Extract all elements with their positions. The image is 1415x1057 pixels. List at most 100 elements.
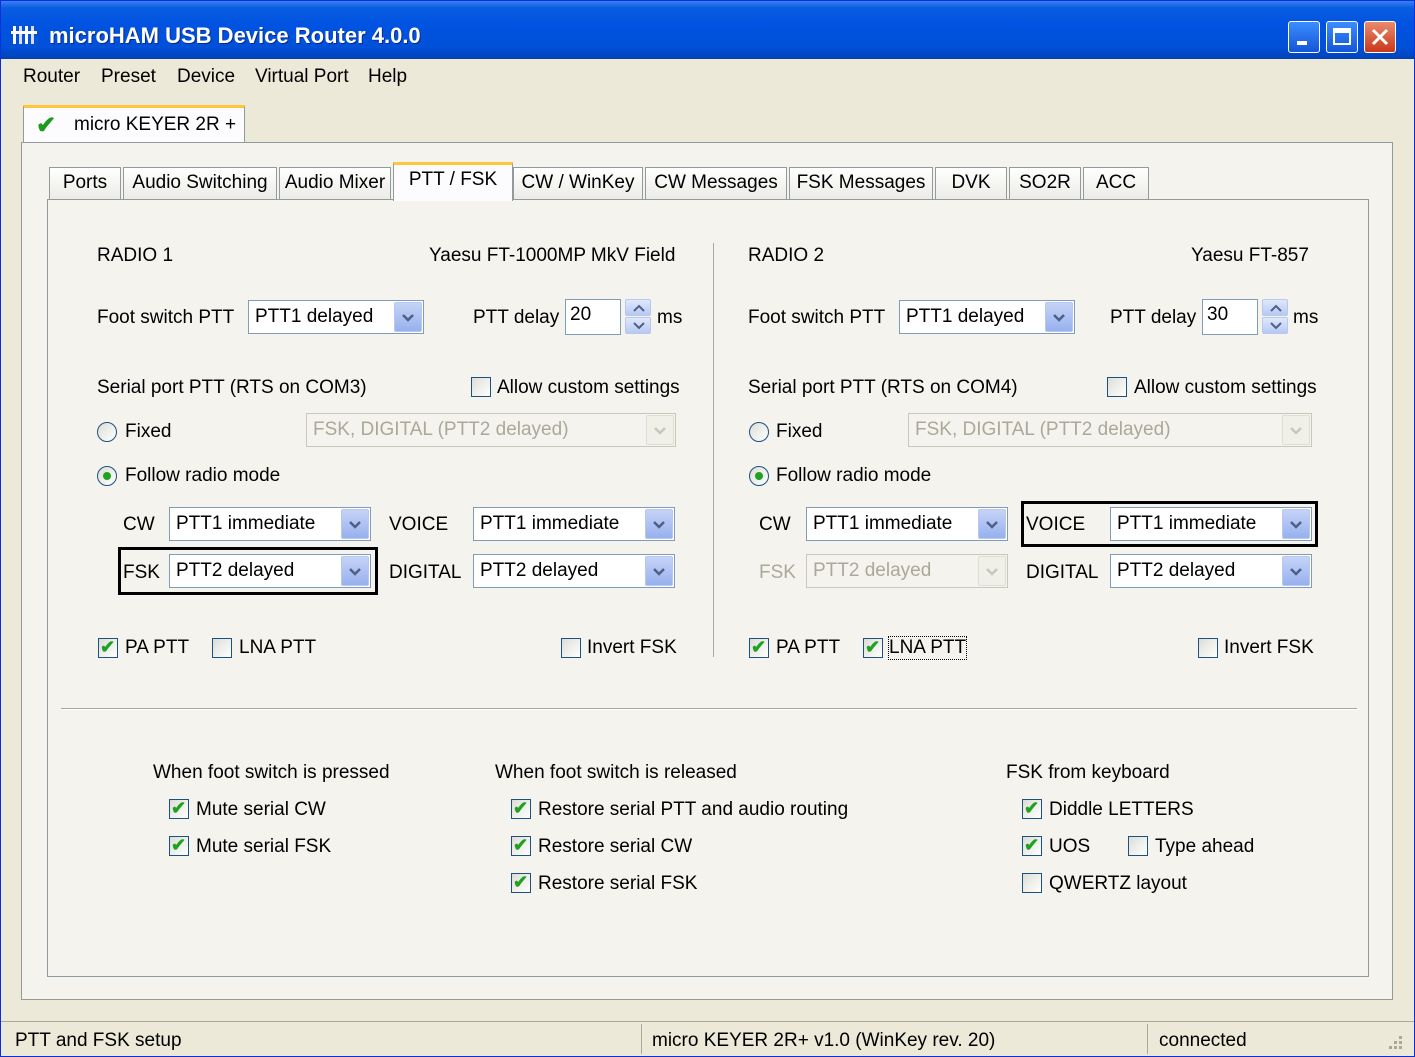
radio-dot bbox=[755, 472, 763, 480]
spin-up-icon[interactable] bbox=[1262, 299, 1288, 316]
minimize-button[interactable] bbox=[1288, 21, 1320, 53]
radio1-invert-fsk-label: Invert FSK bbox=[587, 637, 677, 658]
status-left: PTT and FSK setup bbox=[15, 1030, 182, 1051]
radio2-fixed-value: FSK, DIGITAL (PTT2 delayed) bbox=[915, 419, 1171, 440]
radio2-foot-switch-value: PTT1 delayed bbox=[906, 306, 1025, 327]
radio2-foot-switch-select[interactable]: PTT1 delayed bbox=[899, 300, 1075, 334]
mute-serial-fsk-checkbox[interactable]: ✔ bbox=[169, 835, 189, 856]
radio2-cw-select[interactable]: PTT1 immediate bbox=[806, 507, 1008, 541]
radio2-title: RADIO 2 bbox=[748, 245, 825, 266]
device-tab[interactable]: ✔ micro KEYER 2R + bbox=[23, 105, 245, 143]
radio2-digital-value: PTT2 delayed bbox=[1117, 560, 1236, 581]
chevron-down-icon bbox=[645, 509, 673, 539]
radio1-fixed-select: FSK, DIGITAL (PTT2 delayed) bbox=[306, 413, 676, 447]
tab-acc[interactable]: ACC bbox=[1083, 167, 1149, 199]
radio1-serial-label: Serial port PTT (RTS on COM3) bbox=[97, 377, 367, 398]
radio1-cw-label: CW bbox=[123, 514, 155, 535]
qwertz-layout-checkbox[interactable] bbox=[1022, 873, 1042, 893]
restore-serial-fsk-checkbox[interactable]: ✔ bbox=[511, 872, 531, 893]
tab-dvk[interactable]: DVK bbox=[935, 167, 1007, 199]
mute-serial-cw-checkbox[interactable]: ✔ bbox=[169, 798, 189, 819]
radio1-invert-fsk-checkbox[interactable] bbox=[561, 638, 581, 658]
spin-up-icon[interactable] bbox=[625, 299, 651, 316]
radio2-voice-select[interactable]: PTT1 immediate bbox=[1110, 507, 1312, 541]
radio1-pa-ptt-checkbox[interactable]: ✔ bbox=[98, 637, 118, 658]
type-ahead-checkbox[interactable] bbox=[1128, 836, 1148, 856]
menu-preset[interactable]: Preset bbox=[101, 66, 156, 88]
uos-checkbox[interactable]: ✔ bbox=[1022, 835, 1042, 856]
radio1-fsk-select[interactable]: PTT2 delayed bbox=[169, 554, 371, 588]
radio1-digital-select[interactable]: PTT2 delayed bbox=[473, 554, 675, 588]
status-divider bbox=[641, 1024, 642, 1054]
foot-pressed-title: When foot switch is pressed bbox=[153, 762, 390, 783]
diddle-letters-label: Diddle LETTERS bbox=[1049, 799, 1194, 820]
radio1-model: Yaesu FT-1000MP MkV Field bbox=[429, 245, 676, 266]
spin-down-icon[interactable] bbox=[1262, 317, 1288, 334]
spin-down-icon[interactable] bbox=[625, 317, 651, 334]
radio2-ptt-delay-input[interactable]: 30 bbox=[1202, 299, 1258, 335]
radio2-pa-ptt-checkbox[interactable]: ✔ bbox=[749, 637, 769, 658]
diddle-letters-checkbox[interactable]: ✔ bbox=[1022, 798, 1042, 819]
app-icon bbox=[11, 23, 43, 47]
radio1-follow-radio[interactable] bbox=[97, 466, 117, 486]
uos-label: UOS bbox=[1049, 836, 1091, 857]
radio1-voice-select[interactable]: PTT1 immediate bbox=[473, 507, 675, 541]
tab-cw-messages[interactable]: CW Messages bbox=[645, 167, 787, 199]
radio2-follow-radio[interactable] bbox=[749, 466, 769, 486]
restore-serial-fsk-label: Restore serial FSK bbox=[538, 873, 698, 894]
minimize-icon bbox=[1297, 41, 1307, 45]
radio1-fixed-label: Fixed bbox=[125, 421, 172, 442]
main-window: microHAM USB Device Router 4.0.0 Router … bbox=[0, 0, 1415, 1057]
menu-virtual-port[interactable]: Virtual Port bbox=[255, 66, 349, 88]
close-button[interactable] bbox=[1364, 21, 1396, 53]
fsk-keyboard-title: FSK from keyboard bbox=[1006, 762, 1170, 783]
radio1-ptt-delay-input[interactable]: 20 bbox=[565, 299, 621, 335]
menu-bar: Router Preset Device Virtual Port Help bbox=[1, 61, 1414, 91]
radio1-allow-custom-label: Allow custom settings bbox=[497, 377, 680, 398]
radio1-cw-select[interactable]: PTT1 immediate bbox=[169, 507, 371, 541]
radio2-ptt-delay-spinner[interactable] bbox=[1262, 299, 1288, 335]
radio2-digital-select[interactable]: PTT2 delayed bbox=[1110, 554, 1312, 588]
radio2-ptt-delay-label: PTT delay bbox=[1110, 307, 1197, 328]
maximize-button[interactable] bbox=[1326, 21, 1358, 53]
radio1-pa-ptt-label: PA PTT bbox=[125, 637, 190, 658]
resize-grip-icon[interactable] bbox=[1381, 1032, 1405, 1056]
radio1-foot-switch-label: Foot switch PTT bbox=[97, 307, 235, 328]
mute-serial-cw-label: Mute serial CW bbox=[196, 799, 326, 820]
radio-separator bbox=[713, 243, 714, 657]
tab-cw-winkey[interactable]: CW / WinKey bbox=[513, 167, 643, 199]
menu-router[interactable]: Router bbox=[23, 66, 80, 88]
menu-help[interactable]: Help bbox=[368, 66, 407, 88]
title-bar[interactable]: microHAM USB Device Router 4.0.0 bbox=[1, 1, 1414, 59]
maximize-icon bbox=[1333, 28, 1351, 45]
radio1-digital-value: PTT2 delayed bbox=[480, 560, 599, 581]
tab-so2r[interactable]: SO2R bbox=[1009, 167, 1081, 199]
checkmark-icon: ✔ bbox=[171, 798, 187, 818]
radio1-lna-ptt-checkbox[interactable] bbox=[212, 638, 232, 658]
chevron-down-icon bbox=[1045, 302, 1073, 332]
chevron-down-icon bbox=[1282, 415, 1310, 445]
radio1-ptt-delay-spinner[interactable] bbox=[625, 299, 651, 335]
tab-fsk-messages[interactable]: FSK Messages bbox=[789, 167, 933, 199]
menu-device[interactable]: Device bbox=[177, 66, 235, 88]
tab-ptt-fsk[interactable]: PTT / FSK bbox=[393, 162, 513, 201]
radio2-lna-ptt-label: LNA PTT bbox=[887, 636, 968, 660]
radio1-allow-custom-checkbox[interactable] bbox=[471, 377, 491, 397]
radio2-allow-custom-checkbox[interactable] bbox=[1107, 377, 1127, 397]
radio1-foot-switch-value: PTT1 delayed bbox=[255, 306, 374, 327]
radio1-fixed-radio[interactable] bbox=[97, 422, 117, 442]
radio2-voice-label: VOICE bbox=[1026, 514, 1086, 535]
radio2-lna-ptt-checkbox[interactable]: ✔ bbox=[863, 637, 883, 658]
tab-ports[interactable]: Ports bbox=[49, 167, 121, 199]
radio2-fixed-radio[interactable] bbox=[749, 422, 769, 442]
restore-serial-cw-checkbox[interactable]: ✔ bbox=[511, 835, 531, 856]
radio2-digital-label: DIGITAL bbox=[1026, 562, 1099, 583]
checkmark-icon: ✔ bbox=[513, 835, 529, 855]
radio2-cw-value: PTT1 immediate bbox=[813, 513, 953, 534]
tab-audio-switching[interactable]: Audio Switching bbox=[123, 167, 277, 199]
radio1-foot-switch-select[interactable]: PTT1 delayed bbox=[248, 300, 424, 334]
radio2-invert-fsk-checkbox[interactable] bbox=[1198, 638, 1218, 658]
tab-audio-mixer[interactable]: Audio Mixer bbox=[279, 167, 391, 199]
radio2-model: Yaesu FT-857 bbox=[1191, 245, 1309, 266]
restore-ptt-audio-checkbox[interactable]: ✔ bbox=[511, 798, 531, 819]
